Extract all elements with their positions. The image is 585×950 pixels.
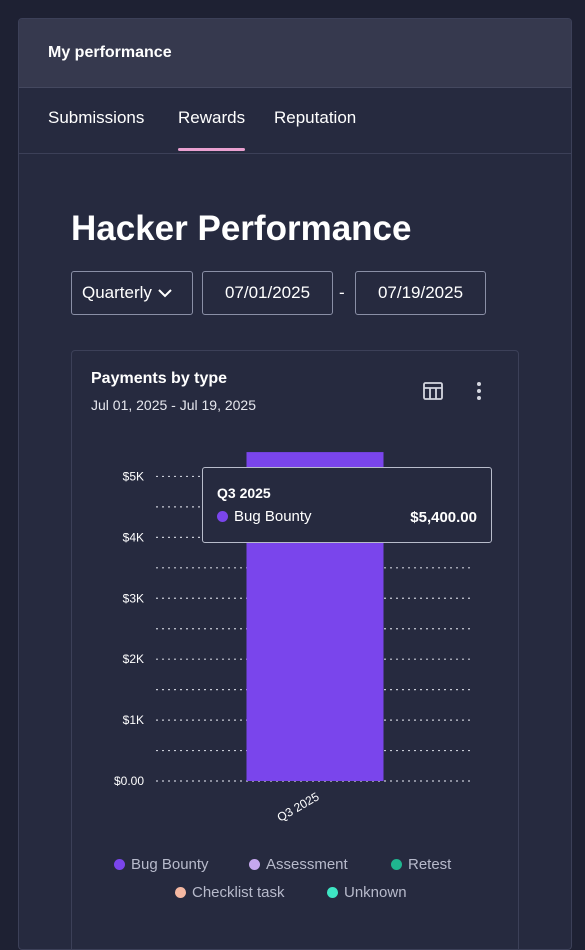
chevron-down-icon — [158, 283, 172, 303]
legend-dot-icon — [327, 887, 338, 898]
legend-item-unknown[interactable]: Unknown — [327, 884, 407, 901]
chart-tooltip: Q3 2025 Bug Bounty $5,400.00 — [202, 467, 492, 543]
tab-rewards[interactable]: Rewards — [178, 108, 246, 151]
legend-label: Bug Bounty — [131, 856, 209, 873]
y-tick-label: $4K — [123, 530, 144, 544]
my-performance-panel: My performance Submissions Rewards Reput… — [18, 18, 572, 950]
legend-dot-icon — [175, 887, 186, 898]
y-tick-label: $3K — [123, 591, 144, 605]
end-date-input[interactable]: 07/19/2025 — [355, 271, 486, 315]
tooltip-series-label: Bug Bounty — [234, 508, 312, 525]
legend-label: Retest — [408, 856, 452, 873]
tooltip-value: $5,400.00 — [410, 509, 477, 526]
tab-submissions[interactable]: Submissions — [48, 108, 144, 128]
start-date-input[interactable]: 07/01/2025 — [202, 271, 333, 315]
panel-header: My performance — [19, 19, 571, 88]
tab-reputation[interactable]: Reputation — [274, 108, 356, 128]
legend-item-assessment[interactable]: Assessment — [249, 856, 348, 873]
page-title: Hacker Performance — [71, 209, 412, 248]
legend-label: Unknown — [344, 884, 407, 901]
tooltip-title: Q3 2025 — [217, 485, 271, 501]
period-select[interactable]: Quarterly — [71, 271, 193, 315]
legend-dot-icon — [391, 859, 402, 870]
y-tick-label: $0.00 — [114, 774, 144, 788]
panel-title: My performance — [48, 44, 172, 61]
legend-item-checklist-task[interactable]: Checklist task — [175, 884, 285, 901]
legend-item-retest[interactable]: Retest — [391, 856, 451, 873]
y-tick-label: $1K — [123, 713, 144, 727]
legend-label: Assessment — [266, 856, 348, 873]
payments-bar-chart: $0.00 $1K $2K $3K $4K $5K Q3 2025 — [114, 452, 474, 825]
tab-bar: Submissions Rewards Reputation — [19, 88, 571, 154]
date-range-separator: - — [339, 283, 345, 302]
legend-item-bug-bounty[interactable]: Bug Bounty — [114, 856, 209, 873]
legend-dot-icon — [249, 859, 260, 870]
y-tick-label: $5K — [123, 469, 144, 483]
payments-chart-card: Payments by type Jul 01, 2025 - Jul 19, … — [71, 350, 519, 949]
tooltip-series-dot — [217, 511, 228, 522]
legend-dot-icon — [114, 859, 125, 870]
y-tick-label: $2K — [123, 652, 144, 666]
period-select-value: Quarterly — [82, 283, 152, 302]
legend-label: Checklist task — [192, 884, 285, 901]
x-tick-label: Q3 2025 — [275, 789, 322, 824]
